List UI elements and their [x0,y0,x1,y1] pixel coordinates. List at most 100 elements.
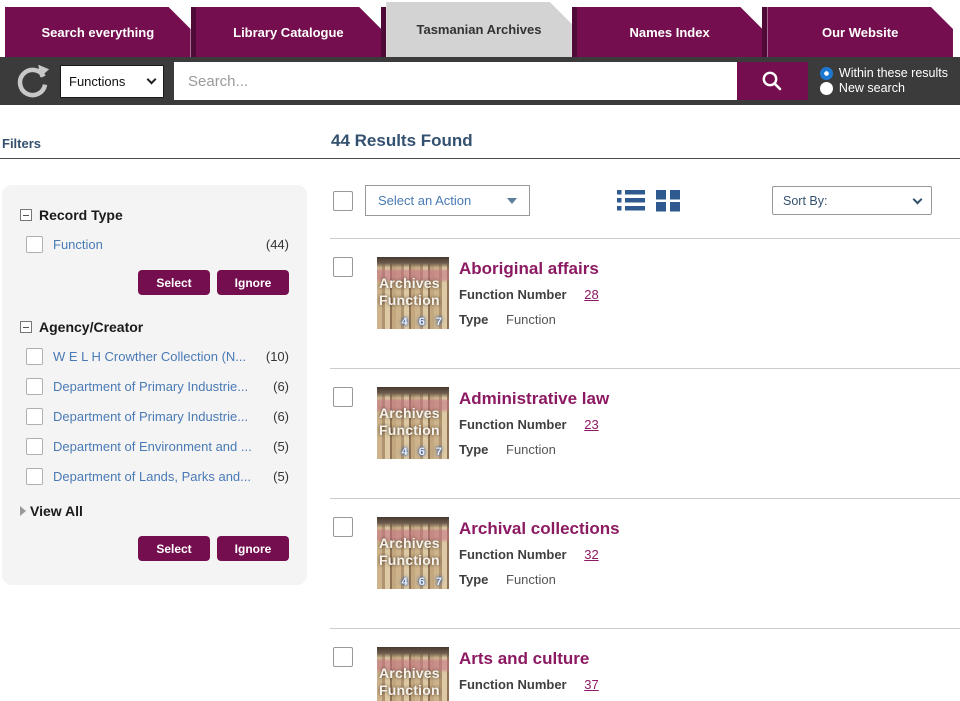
function-number-label: Function Number [459,677,567,692]
list-view-icon[interactable] [616,188,646,213]
action-select-value: Select an Action [378,193,471,208]
select-button[interactable]: Select [138,270,210,295]
facet-checkbox[interactable] [26,408,43,425]
facet-checkbox[interactable] [26,438,43,455]
facet-count: (6) [267,409,289,424]
facet-checkbox[interactable] [26,468,43,485]
facet-link[interactable]: Department of Primary Industrie... [53,409,248,424]
search-button[interactable] [737,62,808,100]
facet-record-type-header[interactable]: Record Type [20,207,289,223]
results-area: Select an Action [330,159,960,701]
result-thumbnail[interactable]: Archives Function 4 6 7 [377,647,449,701]
search-input[interactable] [174,62,737,100]
result-thumbnail[interactable]: Archives Function 4 6 7 [377,387,449,459]
type-value: Function [506,312,556,327]
view-all-label: View All [30,503,83,519]
radio-selected-icon [820,67,833,80]
facet-checkbox[interactable] [26,236,43,253]
radio-unselected-icon [820,82,833,95]
radio-within-label: Within these results [839,66,948,81]
function-number-label: Function Number [459,287,567,302]
function-number-link[interactable]: 37 [584,677,598,692]
result-checkbox[interactable] [333,517,353,537]
type-label: Type [459,572,488,587]
sort-by-label: Sort By: [783,194,827,208]
facet-item-agency-1: Department of Primary Industrie... (6) [26,378,289,395]
result-checkbox[interactable] [333,257,353,277]
facet-link[interactable]: W E L H Crowther Collection (N... [53,349,246,364]
section-headings: Filters 44 Results Found [0,105,960,159]
result-title-link[interactable]: Aboriginal affairs [459,259,599,279]
select-all-checkbox[interactable] [333,191,353,211]
collapse-icon[interactable] [20,209,32,221]
type-label: Type [459,312,488,327]
thumbnail-digits: 4 6 7 [402,446,446,458]
result-thumbnail[interactable]: Archives Function 4 6 7 [377,517,449,589]
thumbnail-text: Function [379,292,440,308]
triangle-right-icon [20,506,26,516]
grid-view-icon[interactable] [655,188,681,213]
tab-divider [762,7,767,57]
result-details: Archival collections Function Number 32 … [459,517,620,597]
facet-link[interactable]: Department of Lands, Parks and... [53,469,251,484]
ignore-button[interactable]: Ignore [217,270,289,295]
result-title-link[interactable]: Arts and culture [459,649,599,669]
filters-sidebar: Record Type Function (44) Select Ignore … [0,159,330,701]
result-row-aboriginal-affairs: Archives Function 4 6 7 Aboriginal affai… [330,239,960,369]
result-details: Aboriginal affairs Function Number 28 Ty… [459,257,599,337]
facet-agency-header[interactable]: Agency/Creator [20,319,289,335]
facet-count: (10) [260,349,289,364]
facet-item-agency-2: Department of Primary Industrie... (6) [26,408,289,425]
radio-new-search[interactable]: New search [820,81,948,96]
thumbnail-text: Archives [379,275,440,291]
facet-record-type-title: Record Type [39,207,123,223]
result-title-link[interactable]: Administrative law [459,389,609,409]
radio-within-these-results[interactable]: Within these results [820,66,948,81]
facet-count: (44) [260,237,289,252]
facet-agency-title: Agency/Creator [39,319,143,335]
search-category-select[interactable]: Functions [60,65,164,98]
thumbnail-digits: 4 6 7 [402,576,446,588]
view-all-toggle[interactable]: View All [20,503,289,519]
tab-tasmanian-archives[interactable]: Tasmanian Archives [386,2,572,57]
thumbnail-text: Archives [379,535,440,551]
tab-search-everything[interactable]: Search everything [5,7,191,57]
sort-by-select[interactable]: Sort By: [772,186,932,215]
result-details: Arts and culture Function Number 37 Type… [459,647,599,701]
select-button[interactable]: Select [138,536,210,561]
facet-link[interactable]: Department of Environment and ... [53,439,252,454]
refresh-icon[interactable] [14,63,50,99]
search-scope-radios: Within these results New search [820,66,948,96]
function-number-link[interactable]: 28 [584,287,598,302]
facet-checkbox[interactable] [26,348,43,365]
facet-checkbox[interactable] [26,378,43,395]
search-category-value: Functions [69,74,125,89]
function-number-label: Function Number [459,417,567,432]
result-checkbox[interactable] [333,647,353,667]
function-number-link[interactable]: 23 [584,417,598,432]
action-select[interactable]: Select an Action [365,185,530,216]
thumbnail-text: Function [379,422,440,438]
collapse-icon[interactable] [20,321,32,333]
result-checkbox[interactable] [333,387,353,407]
type-value: Function [506,442,556,457]
type-label: Type [459,442,488,457]
facet-link-function[interactable]: Function [53,237,103,252]
chevron-down-icon [147,74,157,84]
result-thumbnail[interactable]: Archives Function 4 6 7 [377,257,449,329]
tab-names-index[interactable]: Names Index [577,7,763,57]
facet-item-agency-3: Department of Environment and ... (5) [26,438,289,455]
ignore-button[interactable]: Ignore [217,536,289,561]
tab-library-catalogue[interactable]: Library Catalogue [196,7,382,57]
results-count-heading: 44 Results Found [331,131,473,151]
result-row-archival-collections: Archives Function 4 6 7 Archival collect… [330,499,960,629]
results-action-bar: Select an Action [330,185,960,216]
tab-divider [381,7,386,57]
function-number-link[interactable]: 32 [584,547,598,562]
tab-our-website[interactable]: Our Website [767,7,953,57]
agency-actions: Select Ignore [20,536,289,561]
view-mode-icons [616,188,681,213]
result-title-link[interactable]: Archival collections [459,519,620,539]
facet-link[interactable]: Department of Primary Industrie... [53,379,248,394]
result-type: Type Function [459,442,609,457]
